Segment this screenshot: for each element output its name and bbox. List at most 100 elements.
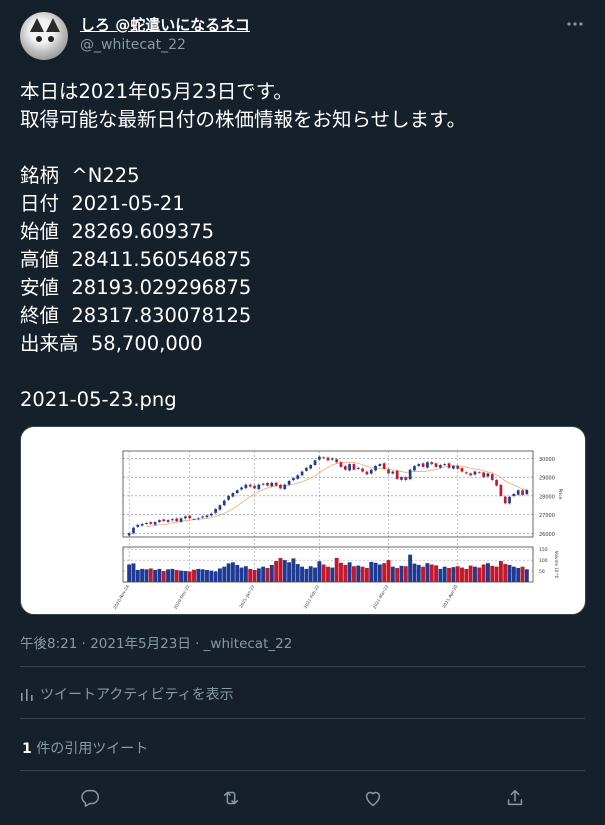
candle-body: [417, 464, 421, 466]
candle-body: [248, 484, 252, 487]
quote-tweets-link[interactable]: 1 件の引用ツイート: [22, 738, 148, 758]
candle-body: [158, 520, 161, 523]
candle-body: [274, 482, 278, 486]
candle-body: [184, 516, 187, 519]
volume-bar: [174, 569, 179, 582]
candle-body: [430, 462, 434, 465]
candle-body: [447, 463, 451, 468]
volume-axis-label: Volume 10^6: [554, 551, 559, 579]
like-icon[interactable]: [357, 782, 389, 814]
volume-bar: [153, 569, 158, 582]
volume-bar: [373, 562, 378, 582]
more-icon[interactable]: [565, 14, 585, 34]
volume-bar: [334, 557, 339, 582]
volume-tick-label: 50: [539, 569, 545, 575]
tweet-media-image[interactable]: 26000 27000 28000 29000 30000 50 100 150 Price Vo…: [20, 426, 586, 615]
candle-body: [244, 484, 248, 489]
volume-bar: [442, 566, 447, 582]
tweet-activity-link[interactable]: ツイートアクティビティを表示: [20, 684, 234, 704]
candle-body: [477, 472, 481, 474]
candle-body: [166, 520, 170, 522]
volume-bar: [140, 568, 145, 582]
avatar[interactable]: [20, 12, 68, 60]
candle-body: [335, 459, 338, 463]
candle-body: [132, 527, 135, 534]
candle-body: [313, 460, 317, 466]
candle-body: [136, 524, 140, 527]
volume-bar: [235, 564, 240, 582]
candle-body: [171, 519, 174, 521]
volume-bar: [524, 569, 529, 582]
candle-body: [456, 465, 460, 469]
x-tick-label: 2021-Feb-22: [303, 584, 321, 610]
candle-body: [512, 494, 516, 497]
volume-bar: [252, 569, 257, 582]
x-tick-label: 2021-Jan-22: [238, 584, 255, 609]
retweet-icon[interactable]: [215, 782, 247, 814]
candle-body: [426, 462, 429, 468]
candle-body: [356, 467, 360, 469]
volume-bar: [161, 571, 166, 582]
volume-bar: [455, 566, 460, 582]
volume-bar: [468, 565, 473, 582]
candle-body: [352, 464, 356, 470]
candle-body: [464, 472, 468, 474]
candle-body: [508, 496, 511, 504]
candle-body: [486, 473, 490, 477]
volume-bar: [287, 562, 292, 582]
cat-eye-left: [36, 36, 42, 42]
candle-body: [270, 482, 274, 487]
volume-bar: [360, 566, 365, 582]
candle-body: [283, 484, 287, 490]
volume-bar: [511, 566, 516, 582]
volume-bar: [326, 566, 330, 582]
volume-bar: [408, 554, 413, 582]
price-tick-label: 26000: [539, 532, 555, 538]
volume-bar: [386, 560, 391, 582]
volume-bar: [339, 562, 343, 582]
volume-bar: [269, 564, 274, 582]
candle-body: [209, 513, 213, 516]
candle-body: [400, 477, 403, 480]
volume-bar: [490, 565, 495, 582]
candle-body: [305, 467, 308, 471]
tweet-timestamp[interactable]: 午後8:21 · 2021年5月23日 · _whitecat_22: [20, 632, 292, 652]
share-icon[interactable]: [499, 782, 531, 814]
candle-body: [227, 495, 230, 500]
candle-body: [521, 490, 524, 495]
volume-bar: [498, 561, 503, 582]
volume-bar: [473, 566, 477, 582]
volume-bar: [222, 566, 227, 582]
candle-body: [196, 518, 200, 520]
candle-body: [318, 456, 321, 460]
x-tick-label: 2021-Apr-20: [441, 584, 458, 609]
candle-body: [374, 465, 377, 471]
candle-body: [482, 472, 485, 478]
candle-body: [490, 474, 494, 480]
volume-bar: [451, 567, 456, 582]
candle-body: [235, 490, 239, 494]
volume-bar: [399, 565, 404, 582]
display-name[interactable]: しろ @蛇遣いになるネコ: [80, 14, 250, 35]
candle-body: [439, 465, 442, 468]
candle-body: [257, 484, 261, 490]
reply-icon[interactable]: [74, 782, 106, 814]
volume-bar: [434, 565, 439, 582]
volume-bar: [295, 564, 300, 582]
x-tick-label: 2020-Dec-22: [173, 584, 191, 610]
user-handle[interactable]: @_whitecat_22: [80, 37, 186, 53]
volume-bar: [170, 568, 175, 582]
volume-bar: [438, 568, 443, 582]
candle-body: [222, 500, 226, 506]
divider: [20, 770, 585, 771]
candle-body: [201, 516, 204, 518]
cat-eye-right: [48, 36, 54, 42]
volume-bar: [416, 564, 421, 582]
candle-body: [149, 522, 153, 524]
candle-body: [460, 468, 464, 472]
volume-bar: [135, 569, 140, 582]
volume-bar: [278, 557, 283, 582]
candle-body: [378, 464, 382, 466]
activity-label: ツイートアクティビティを表示: [40, 687, 234, 703]
volume-bar: [205, 569, 209, 582]
